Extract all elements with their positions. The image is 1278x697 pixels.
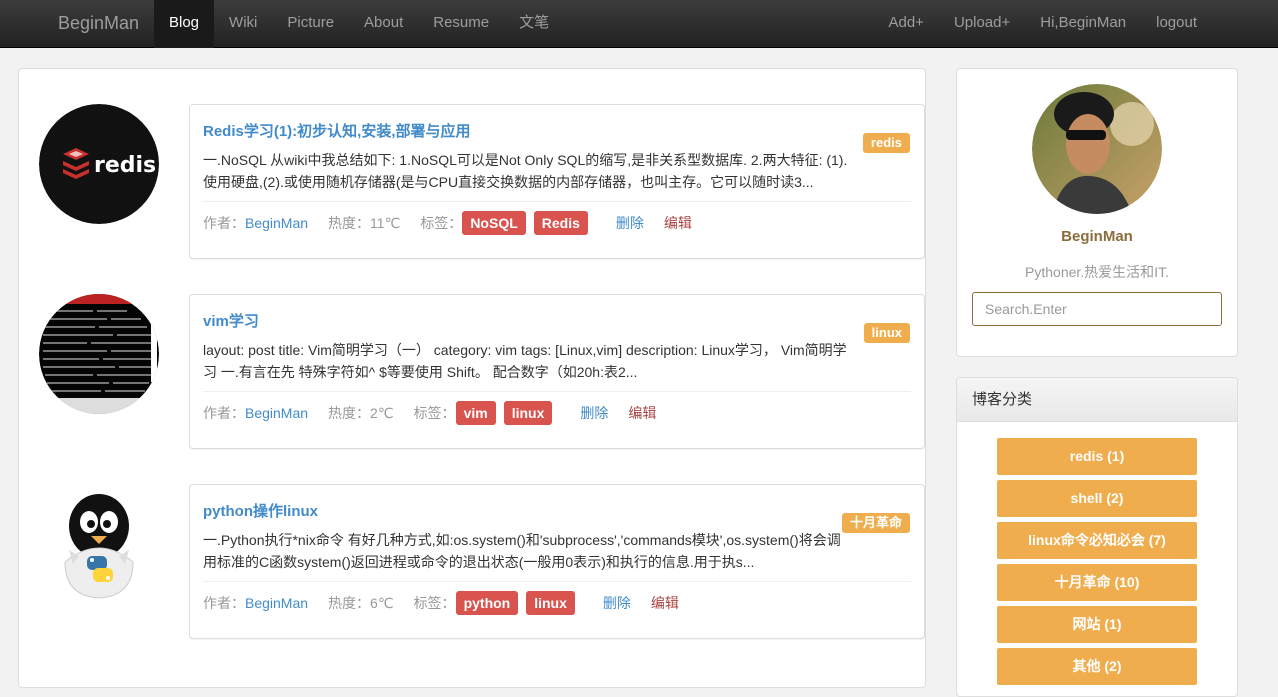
post-title-link[interactable]: vim学习 — [203, 310, 259, 331]
category-badge[interactable]: linux — [863, 323, 910, 343]
post-card: vim学习 linux layout: post title: Vim简明学习（… — [189, 294, 925, 449]
profile-name: BeginMan — [1061, 228, 1133, 245]
nav-user-greeting[interactable]: Hi,BeginMan — [1025, 0, 1141, 48]
nav-upload[interactable]: Upload+ — [939, 0, 1025, 48]
redis-logo-text: redis — [94, 153, 156, 178]
edit-link[interactable]: 编辑 — [664, 213, 692, 233]
nav-logout[interactable]: logout — [1141, 0, 1212, 48]
top-navbar: BeginMan Blog Wiki Picture About Resume … — [0, 0, 1278, 48]
category-badge[interactable]: redis — [862, 133, 910, 153]
category-button-shell[interactable]: shell (2) — [997, 480, 1197, 517]
post-title-link[interactable]: python操作linux — [203, 500, 318, 521]
post-item: vim学习 linux layout: post title: Vim简明学习（… — [39, 294, 925, 450]
tag-link[interactable]: python — [455, 591, 519, 615]
delete-link[interactable]: 删除 — [616, 213, 644, 233]
nav-resume[interactable]: Resume — [418, 0, 504, 48]
nav-add[interactable]: Add+ — [873, 0, 938, 48]
tag-link[interactable]: NoSQL — [462, 211, 526, 235]
divider — [203, 201, 911, 202]
tag-link[interactable]: vim — [455, 401, 496, 425]
tags-label: 标签： — [420, 215, 463, 231]
posts-panel: redis Redis学习(1):初步认知,安装,部署与应用 redis 一.N… — [18, 68, 926, 688]
author-link[interactable]: BeginMan — [245, 215, 308, 231]
tags-label: 标签： — [413, 405, 456, 421]
tags-label: 标签： — [413, 595, 456, 611]
avatar[interactable] — [1032, 84, 1162, 214]
author-label: 作者： — [203, 405, 245, 421]
post-excerpt: 一.NoSQL 从wiki中我总结如下: 1.NoSQL可以是Not Only … — [203, 152, 848, 190]
nav-blog[interactable]: Blog — [154, 0, 215, 48]
delete-link[interactable]: 删除 — [580, 403, 608, 423]
category-button-october[interactable]: 十月革命 (10) — [997, 564, 1197, 601]
tag-link[interactable]: linux — [503, 401, 553, 425]
nav-right: Add+ Upload+ Hi,BeginMan logout — [873, 0, 1212, 48]
post-excerpt: layout: post title: Vim简明学习（一） category:… — [203, 342, 847, 380]
author-link[interactable]: BeginMan — [245, 595, 308, 611]
nav-wiki[interactable]: Wiki — [214, 0, 272, 48]
brand-link[interactable]: BeginMan — [58, 13, 139, 34]
categories-heading: 博客分类 — [957, 378, 1237, 422]
post-thumbnail[interactable] — [39, 294, 159, 414]
delete-link[interactable]: 删除 — [603, 593, 631, 613]
post-card: Redis学习(1):初步认知,安装,部署与应用 redis 一.NoSQL 从… — [189, 104, 925, 259]
tag-link[interactable]: linux — [526, 591, 575, 615]
nav-left: Blog Wiki Picture About Resume 文笔 — [154, 0, 564, 48]
profile-bio: Pythoner.热爱生活和IT. — [1025, 264, 1169, 280]
edit-link[interactable]: 编辑 — [651, 593, 679, 613]
post-meta: 作者： BeginMan 热度：2℃ 标签： vim linux 删除 编辑 — [203, 401, 656, 425]
heat-text: 热度：6℃ — [328, 595, 394, 611]
post-item: redis Redis学习(1):初步认知,安装,部署与应用 redis 一.N… — [39, 104, 925, 260]
post-thumbnail[interactable]: redis — [39, 104, 159, 224]
category-list: redis (1) shell (2) linux命令必知必会 (7) 十月革命… — [997, 438, 1197, 690]
post-item: python操作linux 十月革命 一.Python执行*nix命令 有好几种… — [39, 484, 925, 640]
author-link[interactable]: BeginMan — [245, 405, 308, 421]
heat-text: 热度：2℃ — [328, 405, 394, 421]
edit-link[interactable]: 编辑 — [628, 403, 656, 423]
profile-panel: BeginMan Pythoner.热爱生活和IT. — [956, 68, 1238, 357]
category-button-linux-commands[interactable]: linux命令必知必会 (7) — [997, 522, 1197, 559]
divider — [203, 581, 911, 582]
post-title-link[interactable]: Redis学习(1):初步认知,安装,部署与应用 — [203, 120, 471, 141]
tag-link[interactable]: Redis — [533, 211, 588, 235]
category-badge[interactable]: 十月革命 — [841, 513, 910, 533]
post-thumbnail[interactable] — [39, 484, 159, 604]
category-button-other[interactable]: 其他 (2) — [997, 648, 1197, 685]
heat-text: 热度：11℃ — [328, 215, 401, 231]
author-label: 作者： — [203, 215, 245, 231]
nav-picture[interactable]: Picture — [272, 0, 349, 48]
category-button-website[interactable]: 网站 (1) — [997, 606, 1197, 643]
nav-writing[interactable]: 文笔 — [504, 0, 564, 48]
post-meta: 作者： BeginMan 热度：6℃ 标签： python linux 删除 编… — [203, 591, 679, 615]
post-meta: 作者： BeginMan 热度：11℃ 标签： NoSQL Redis 删除 编… — [203, 211, 692, 235]
category-button-redis[interactable]: redis (1) — [997, 438, 1197, 475]
nav-about[interactable]: About — [349, 0, 418, 48]
search-input[interactable] — [972, 292, 1222, 326]
author-label: 作者： — [203, 595, 245, 611]
post-card: python操作linux 十月革命 一.Python执行*nix命令 有好几种… — [189, 484, 925, 639]
categories-panel: 博客分类 redis (1) shell (2) linux命令必知必会 (7)… — [956, 377, 1238, 697]
divider — [203, 391, 911, 392]
post-excerpt: 一.Python执行*nix命令 有好几种方式,如:os.system()和's… — [203, 532, 841, 570]
